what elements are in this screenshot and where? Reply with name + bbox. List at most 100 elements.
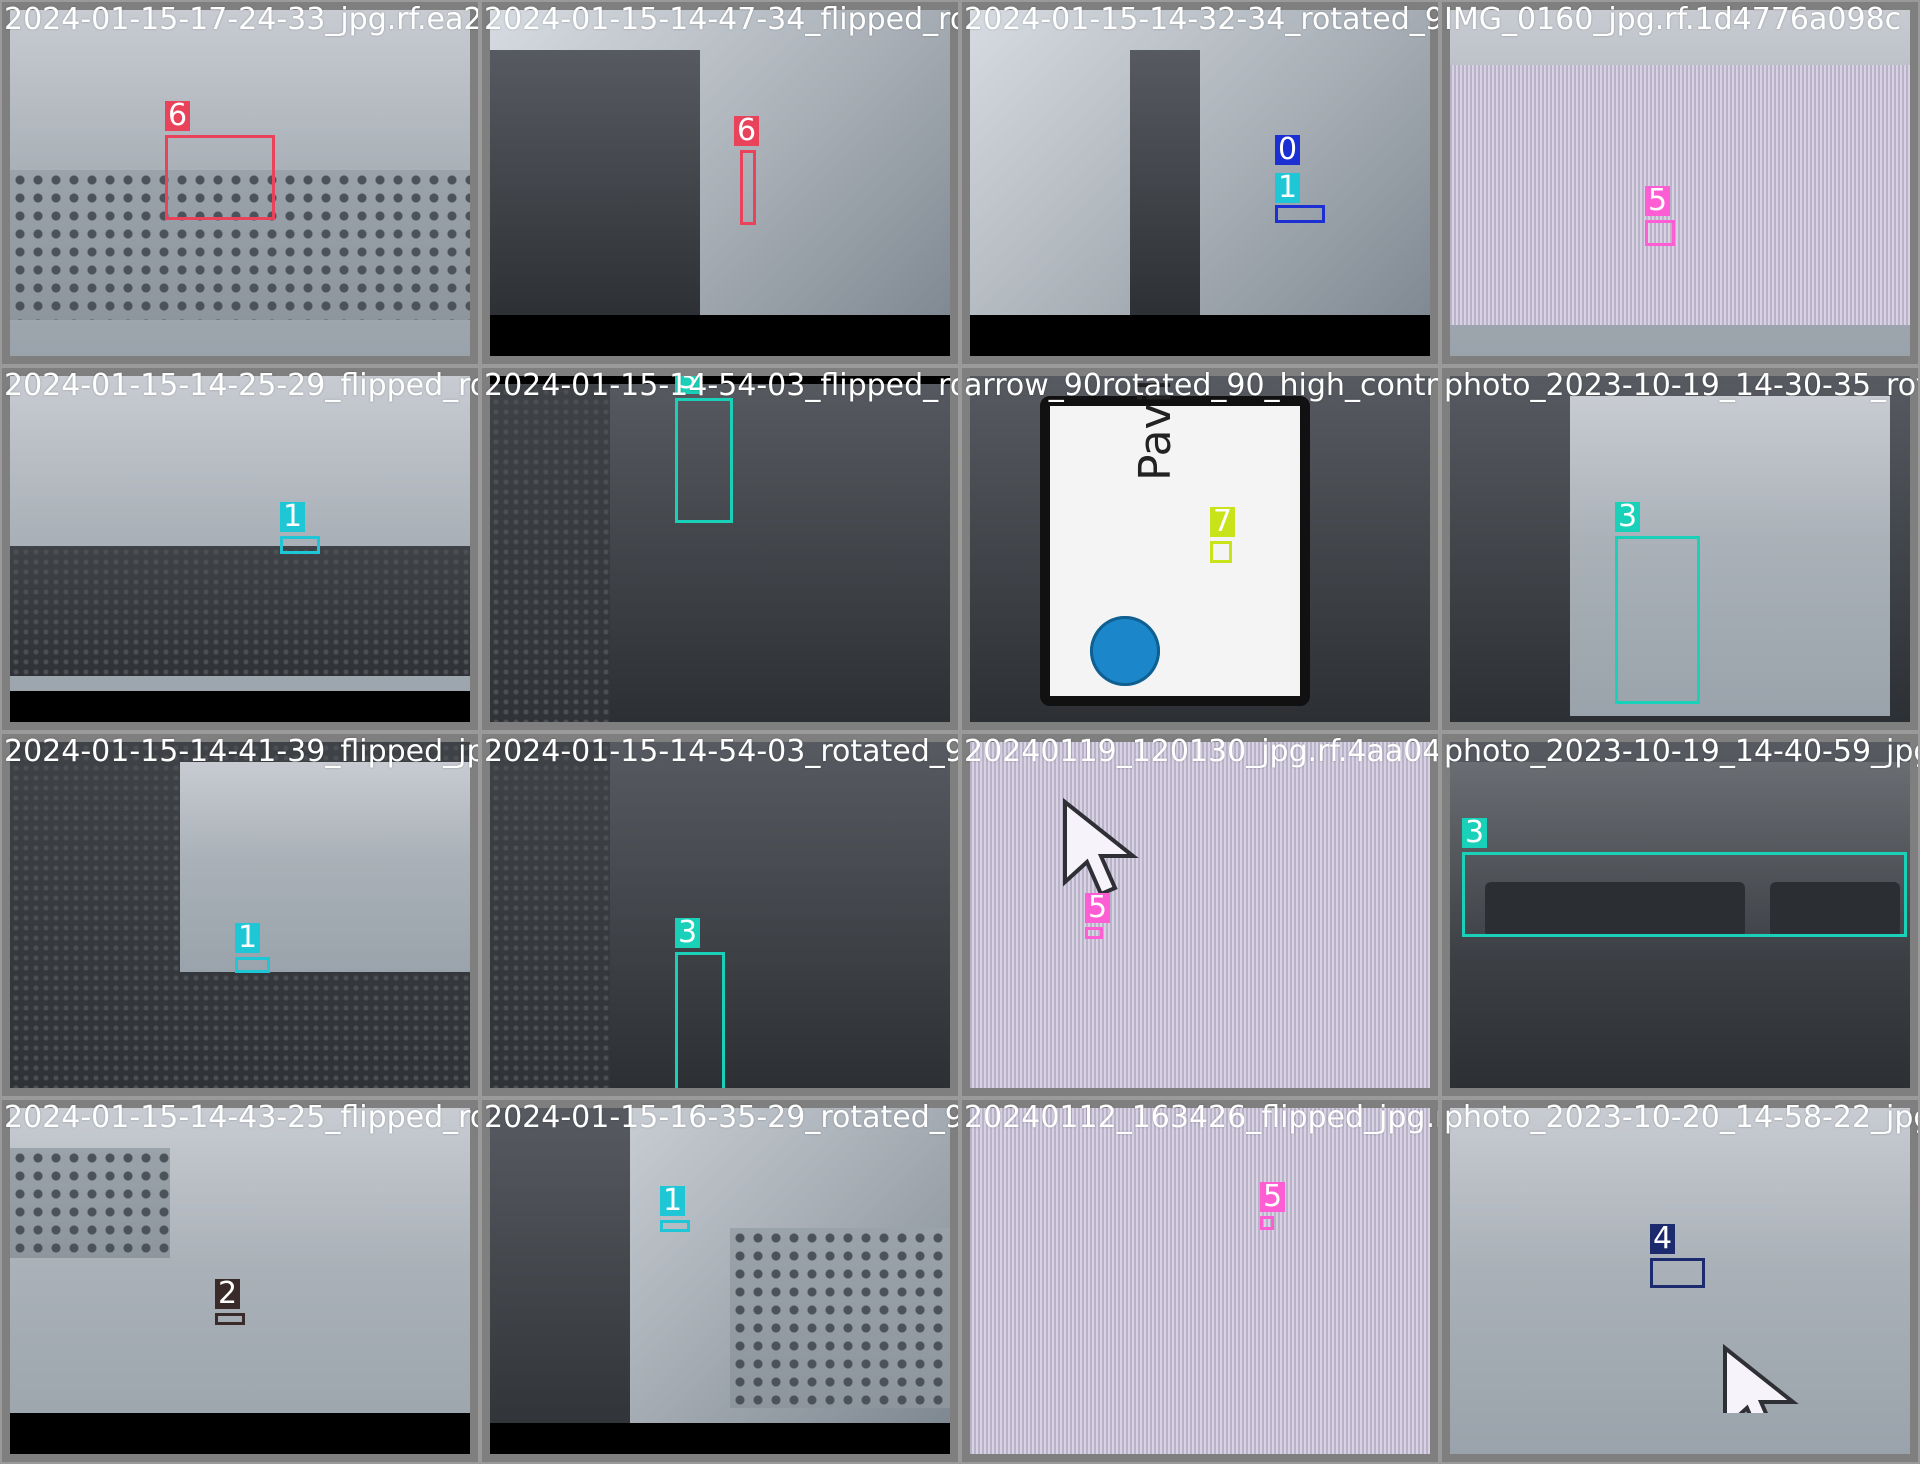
black-bar (10, 1413, 470, 1454)
photo: 5 (970, 1108, 1430, 1454)
dark-texture (1130, 50, 1200, 320)
dark-texture (490, 1108, 630, 1454)
image-tile: 20240119_120130_jpg.rf.4aa04f0f5c 5 (960, 732, 1440, 1098)
filename-label: 20240112_163426_flipped_jpg.rf.b9c0c567 (964, 1100, 1440, 1135)
image-tile: 2024-01-15-14-47-34_flipped_rotated_90 6 (480, 0, 960, 366)
class-label: 5 (1260, 1182, 1286, 1212)
bounding-box (1275, 205, 1325, 223)
bounding-box (660, 1220, 690, 1232)
class-label: 2 (215, 1279, 241, 1309)
image-tile: 2024-01-15-17-24-33_jpg.rf.ea2fc0af3cb 6 (0, 0, 480, 366)
bounding-box (1615, 536, 1700, 704)
bounding-box (280, 536, 320, 554)
black-bar (490, 1423, 950, 1454)
filename-label: 2024-01-15-14-32-34_rotated_90_jpg (964, 2, 1440, 37)
class-label: 3 (675, 918, 701, 948)
bounding-box (235, 957, 270, 973)
foam-texture (490, 742, 610, 1088)
bounding-box (675, 398, 733, 523)
filename-label: 2024-01-15-17-24-33_jpg.rf.ea2fc0af3cb (4, 2, 480, 37)
photo: 5 (970, 742, 1430, 1088)
bounding-box (1650, 1258, 1705, 1288)
class-label: 4 (1650, 1224, 1676, 1254)
image-tile: 2024-01-15-14-43-25_flipped_rotated_90_j… (0, 1098, 480, 1464)
class-label: 1 (280, 502, 306, 532)
image-tile: arrow_90rotated_90_high_contrast.jpgPavi… (960, 366, 1440, 732)
photo: 3 (490, 376, 950, 722)
dark-texture (490, 50, 700, 320)
cursor-texture (1055, 792, 1195, 902)
class-label: 1 (235, 923, 261, 953)
filename-label: photo_2023-10-19_14-30-35_rot (1444, 368, 1920, 403)
photo: 01 (970, 10, 1430, 356)
image-tile: photo_2023-10-19_14-40-59_jpg 3 (1440, 732, 1920, 1098)
bounding-box (165, 135, 275, 220)
photo: 5 (1450, 10, 1910, 356)
filename-label: IMG_0160_jpg.rf.1d4776a098c (1444, 2, 1902, 37)
class-label: 5 (1645, 186, 1671, 216)
image-tile: 2024-01-15-14-32-34_rotated_90_jpg01 (960, 0, 1440, 366)
mouse-cursor-icon (1723, 1343, 1799, 1443)
bounding-box (1260, 1216, 1274, 1230)
class-label: 7 (1210, 507, 1236, 537)
filename-label: 2024-01-15-14-54-03_rotated_90_jpg (484, 734, 960, 769)
photo: 6 (10, 10, 470, 356)
filename-label: photo_2023-10-19_14-40-59_jpg (1444, 734, 1920, 769)
image-tile: 2024-01-15-14-54-03_flipped_rotated_903 (480, 366, 960, 732)
mouse-cursor-icon (1063, 797, 1139, 897)
filename-label: photo_2023-10-20_14-58-22_jpg (1444, 1100, 1920, 1135)
bounding-box (1462, 852, 1907, 937)
image-tile: 2024-01-15-16-35-29_rotated_90_jpg 1 (480, 1098, 960, 1464)
bounding-box (675, 952, 725, 1088)
black-bar (10, 691, 470, 722)
image-tile: 2024-01-15-14-41-39_flipped_jpg.rf.2b2c1… (0, 732, 480, 1098)
vents-texture (730, 1228, 950, 1408)
filename-label: 2024-01-15-14-47-34_flipped_rotated_90 (484, 2, 958, 37)
filename-label: 2024-01-15-14-43-25_flipped_rotated_90_j… (4, 1100, 478, 1135)
filename-label: arrow_90rotated_90_high_contrast.jpg (964, 368, 1438, 403)
photo: 2 (10, 1108, 470, 1454)
photo: 3 (1450, 376, 1910, 722)
image-tile: 2024-01-15-14-54-03_rotated_90_jpg 3 (480, 732, 960, 1098)
photo: 3 (1450, 742, 1910, 1088)
vents-texture (10, 1148, 170, 1258)
photo: Pavilion 7 (970, 376, 1430, 722)
image-tile: 2024-01-15-14-25-29_flipped_rotated_90_j… (0, 366, 480, 732)
photo: 6 (490, 10, 950, 356)
image-tile: IMG_0160_jpg.rf.1d4776a098c 5 (1440, 0, 1920, 366)
class-label: 1 (1275, 173, 1301, 203)
photo: 4 (1450, 1108, 1910, 1454)
image-tile: photo_2023-10-20_14-58-22_jpg 4 (1440, 1098, 1920, 1464)
photo: 1 (10, 376, 470, 722)
photo: 1 (490, 1108, 950, 1454)
hp-logo-icon (1090, 616, 1160, 686)
class-label: 3 (1462, 818, 1488, 848)
bounding-box (1645, 220, 1675, 246)
filename-label: 2024-01-15-14-41-39_flipped_jpg.rf.2b2c1… (4, 734, 480, 769)
class-label: 5 (1085, 893, 1111, 923)
bounding-box (740, 150, 756, 225)
pavilion-texture: Pavilion (1040, 376, 1310, 706)
photo: 1 (10, 742, 470, 1088)
filename-label: 20240119_120130_jpg.rf.4aa04f0f5c (964, 734, 1440, 769)
cursor-texture (1715, 1338, 1810, 1443)
class-label: 6 (734, 116, 760, 146)
black-bar (490, 315, 950, 356)
image-grid: 2024-01-15-17-24-33_jpg.rf.ea2fc0af3cb62… (0, 0, 1920, 1464)
class-label: 0 (1275, 135, 1301, 165)
bounding-box (1085, 927, 1103, 939)
class-label: 6 (165, 101, 191, 131)
filename-label: 2024-01-15-14-54-03_flipped_rotated_90 (484, 368, 958, 403)
bounding-box (1210, 541, 1232, 563)
screen-texture (1450, 65, 1910, 325)
filename-label: 2024-01-15-14-25-29_flipped_rotated_90_j… (4, 368, 478, 403)
foam-texture (490, 376, 610, 722)
photo: 3 (490, 742, 950, 1088)
metal-texture (180, 762, 470, 972)
bounding-box (215, 1313, 245, 1325)
filename-label: 2024-01-15-16-35-29_rotated_90_jpg (484, 1100, 960, 1135)
class-label: 3 (1615, 502, 1641, 532)
foam-texture (10, 546, 470, 676)
black-bar (970, 315, 1430, 356)
image-tile: photo_2023-10-19_14-30-35_rot 3 (1440, 366, 1920, 732)
